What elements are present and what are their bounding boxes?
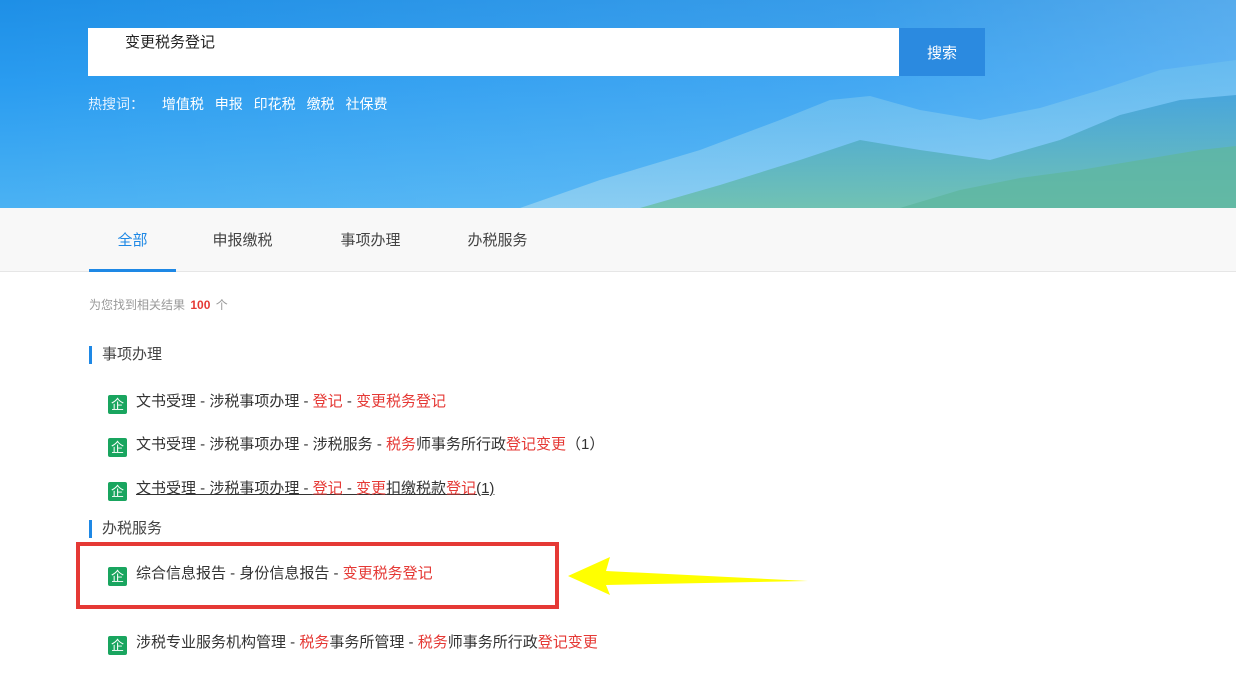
result-count-suffix: 个 (215, 298, 228, 312)
result-link[interactable]: 企文书受理 - 涉税事项办理 - 涉税服务 - 税务师事务所行政登记变更（1） (108, 434, 604, 457)
tab-declare-pay[interactable]: 申报缴税 (200, 208, 285, 271)
tab-all[interactable]: 全部 (89, 208, 176, 272)
highlight-annotation-box (76, 542, 559, 609)
hot-search-bar: 热搜词： 增值税 申报 印花税 缴税 社保费 (88, 94, 394, 114)
tab-matters[interactable]: 事项办理 (328, 208, 413, 271)
enterprise-icon: 企 (108, 438, 127, 457)
hot-search-term[interactable]: 社保费 (345, 96, 387, 112)
enterprise-icon: 企 (108, 636, 127, 655)
hot-search-term[interactable]: 申报 (215, 96, 243, 112)
hot-search-label: 热搜词： (88, 96, 144, 112)
result-link[interactable]: 企涉税专业服务机构管理 - 税务事务所管理 - 税务师事务所行政登记变更 (108, 632, 598, 655)
search-box (88, 28, 899, 76)
result-link[interactable]: 企文书受理 - 涉税事项办理 - 登记 - 变更税务登记 (108, 391, 446, 414)
section-title-matters: 事项办理 (89, 345, 162, 365)
hot-search-term[interactable]: 缴税 (307, 96, 335, 112)
result-link[interactable]: 企文书受理 - 涉税事项办理 - 登记 - 变更扣缴税款登记(1) (108, 478, 494, 501)
tab-services[interactable]: 办税服务 (455, 208, 540, 271)
enterprise-icon: 企 (108, 395, 127, 414)
section-title-services: 办税服务 (89, 519, 162, 539)
category-tabs: 全部 申报缴税 事项办理 办税服务 (0, 208, 1236, 272)
hot-search-term[interactable]: 增值税 (162, 96, 204, 112)
result-count-number: 100 (190, 298, 211, 312)
result-count: 为您找到相关结果 100 个 (89, 296, 228, 313)
result-count-prefix: 为您找到相关结果 (89, 298, 186, 312)
enterprise-icon: 企 (108, 482, 127, 501)
search-banner: 搜索 热搜词： 增值税 申报 印花税 缴税 社保费 (0, 0, 1236, 208)
yellow-arrow-icon (568, 557, 808, 595)
search-input[interactable] (88, 28, 885, 58)
hot-search-term[interactable]: 印花税 (254, 96, 296, 112)
search-button[interactable]: 搜索 (899, 28, 985, 76)
